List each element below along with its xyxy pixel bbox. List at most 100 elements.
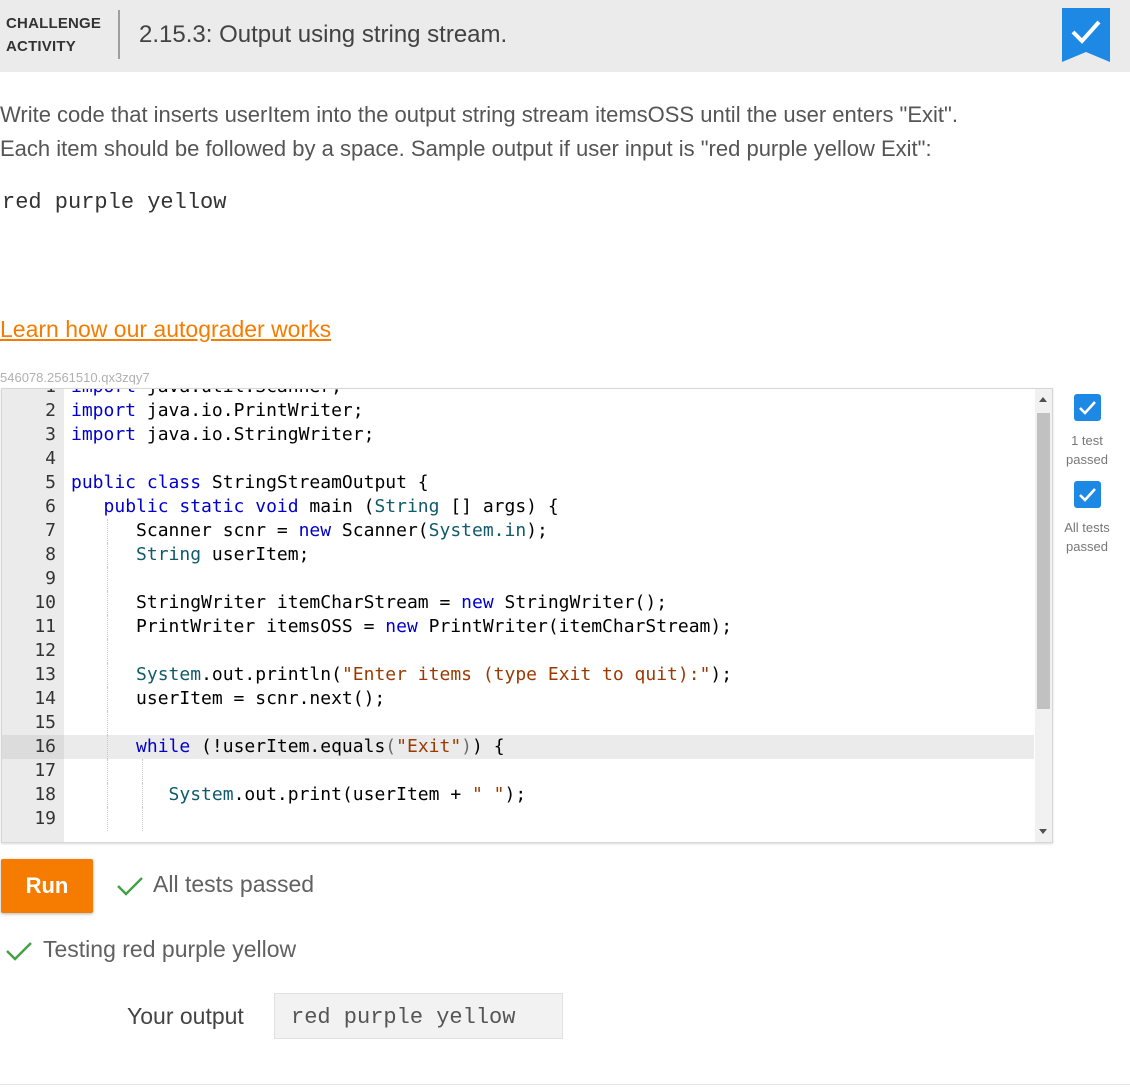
code-line[interactable]: 2 import java.io.PrintWriter; [2, 399, 1034, 423]
line-number: 1 [2, 389, 56, 399]
your-output-box: red purple yellow [274, 993, 563, 1039]
bottom-divider [0, 1084, 1130, 1085]
code-token: "Exit" [396, 736, 462, 757]
activity-header: CHALLENGE ACTIVITY 2.15.3: Output using … [0, 0, 1130, 72]
code-token: "Enter items (type Exit to quit):" [341, 664, 711, 685]
line-number: 19 [34, 808, 56, 829]
code-line[interactable]: 19 [2, 807, 1034, 831]
indent-guide [106, 711, 108, 735]
description-line2: Each item should be followed by a space.… [0, 136, 932, 161]
line-number: 3 [45, 424, 56, 445]
code-line[interactable]: 13 System.out.println("Enter items (type… [2, 663, 1034, 687]
code-line[interactable]: 16 while (!userItem.equals("Exit")) { [2, 735, 1034, 759]
code-line[interactable]: 15 [2, 711, 1034, 735]
code-token: [] args) { [439, 496, 559, 517]
line-code: PrintWriter itemsOSS = new PrintWriter(i… [71, 615, 732, 639]
code-token: Scanner scnr = [71, 520, 299, 541]
status-text: All tests passed [153, 871, 315, 897]
testing-text: Testing red purple yellow [43, 936, 297, 962]
scrollbar-thumb[interactable] [1037, 413, 1050, 709]
code-token: StringWriter(); [493, 592, 668, 613]
your-output-value: red purple yellow [291, 1005, 516, 1030]
line-number: 12 [34, 640, 56, 661]
code-line[interactable]: 12 [2, 639, 1034, 663]
line-code: userItem = scnr.next(); [71, 687, 385, 711]
code-token: import [71, 424, 137, 445]
code-token: public class [71, 472, 202, 493]
run-button[interactable]: Run [1, 859, 93, 913]
challenge-label-line1: CHALLENGE [6, 15, 102, 32]
code-token: System [168, 784, 234, 805]
indent-guide [106, 807, 108, 831]
line-number: 7 [45, 520, 56, 541]
checkmark-icon [6, 942, 32, 961]
code-token: System [136, 664, 202, 685]
code-line[interactable]: 11 PrintWriter itemsOSS = new PrintWrite… [2, 615, 1034, 639]
description-line1: Write code that inserts userItem into th… [0, 102, 958, 127]
code-lines[interactable]: 1 import java.util.Scanner; 2 import java.i… [2, 389, 1034, 831]
line-number: 4 [45, 448, 56, 469]
code-token: java.io.PrintWriter; [136, 400, 364, 421]
code-token: import [71, 400, 137, 421]
code-token: new [461, 592, 494, 613]
code-line[interactable]: 18 System.out.print(userItem + " "); [2, 783, 1034, 807]
activity-description: Write code that inserts userItem into th… [0, 98, 1120, 166]
code-token: main ( [298, 496, 375, 517]
line-number: 15 [34, 712, 56, 733]
line-number: 5 [45, 472, 56, 493]
line-code: import java.io.StringWriter; [71, 423, 374, 447]
all-tests-line1: All tests [1064, 520, 1110, 535]
code-line[interactable]: 5 public class StringStreamOutput { [2, 471, 1034, 495]
code-token: new [385, 616, 418, 637]
code-token: String [374, 496, 440, 517]
code-line[interactable]: 4 [2, 447, 1034, 471]
line-number: 10 [34, 592, 56, 613]
code-token: .out.println( [201, 664, 342, 685]
test1-line1: 1 test [1071, 433, 1103, 448]
line-number: 14 [34, 688, 56, 709]
line-number: 8 [45, 544, 56, 565]
scroll-down-icon[interactable] [1039, 829, 1047, 834]
code-token: while [136, 736, 191, 757]
line-code: import java.io.PrintWriter; [71, 399, 364, 423]
line-code: while (!userItem.equals("Exit")) { [71, 735, 505, 759]
line-number: 13 [34, 664, 56, 685]
code-editor[interactable]: 1 import java.util.Scanner; 2 import java.i… [1, 388, 1053, 843]
code-line[interactable]: 14 userItem = scnr.next(); [2, 687, 1034, 711]
code-token: Scanner( [331, 520, 429, 541]
code-line[interactable]: 10 StringWriter itemCharStream = new Str… [2, 591, 1034, 615]
code-line[interactable]: 3 import java.io.StringWriter; [2, 423, 1034, 447]
scroll-up-icon[interactable] [1039, 397, 1047, 402]
code-line[interactable]: 17 [2, 759, 1034, 783]
editor-scrollbar[interactable] [1035, 389, 1052, 842]
code-line[interactable]: 8 String userItem; [2, 543, 1034, 567]
indent-guide [142, 759, 144, 783]
code-line[interactable]: 9 [2, 567, 1034, 591]
code-token: java.io.StringWriter; [136, 424, 375, 445]
header-divider [118, 10, 120, 59]
line-code: String userItem; [71, 543, 309, 567]
checkmark-icon [117, 877, 143, 896]
line-number: 2 [45, 400, 56, 421]
line-number: 18 [34, 784, 56, 805]
autograder-help-link[interactable]: Learn how our autograder works [0, 316, 331, 343]
code-line[interactable]: 6 public static void main (String [] arg… [2, 495, 1034, 519]
code-line[interactable]: 1 import java.util.Scanner; [2, 389, 1034, 399]
line-code: Scanner scnr = new Scanner(System.in); [71, 519, 548, 543]
indent-guide [142, 807, 144, 831]
code-token: ) { [472, 736, 505, 757]
code-token: ); [710, 664, 733, 685]
your-output-label: Your output [127, 1003, 244, 1029]
sample-output: red purple yellow [2, 190, 227, 215]
code-token: userItem; [201, 544, 310, 565]
code-token: import [71, 389, 136, 397]
line-number: 9 [45, 568, 56, 589]
all-tests-status: All tests passed [1055, 518, 1119, 556]
code-token: ); [504, 784, 527, 805]
test1-line2: passed [1066, 452, 1108, 467]
code-line[interactable]: 7 Scanner scnr = new Scanner(System.in); [2, 519, 1034, 543]
indent-guide [106, 759, 108, 783]
